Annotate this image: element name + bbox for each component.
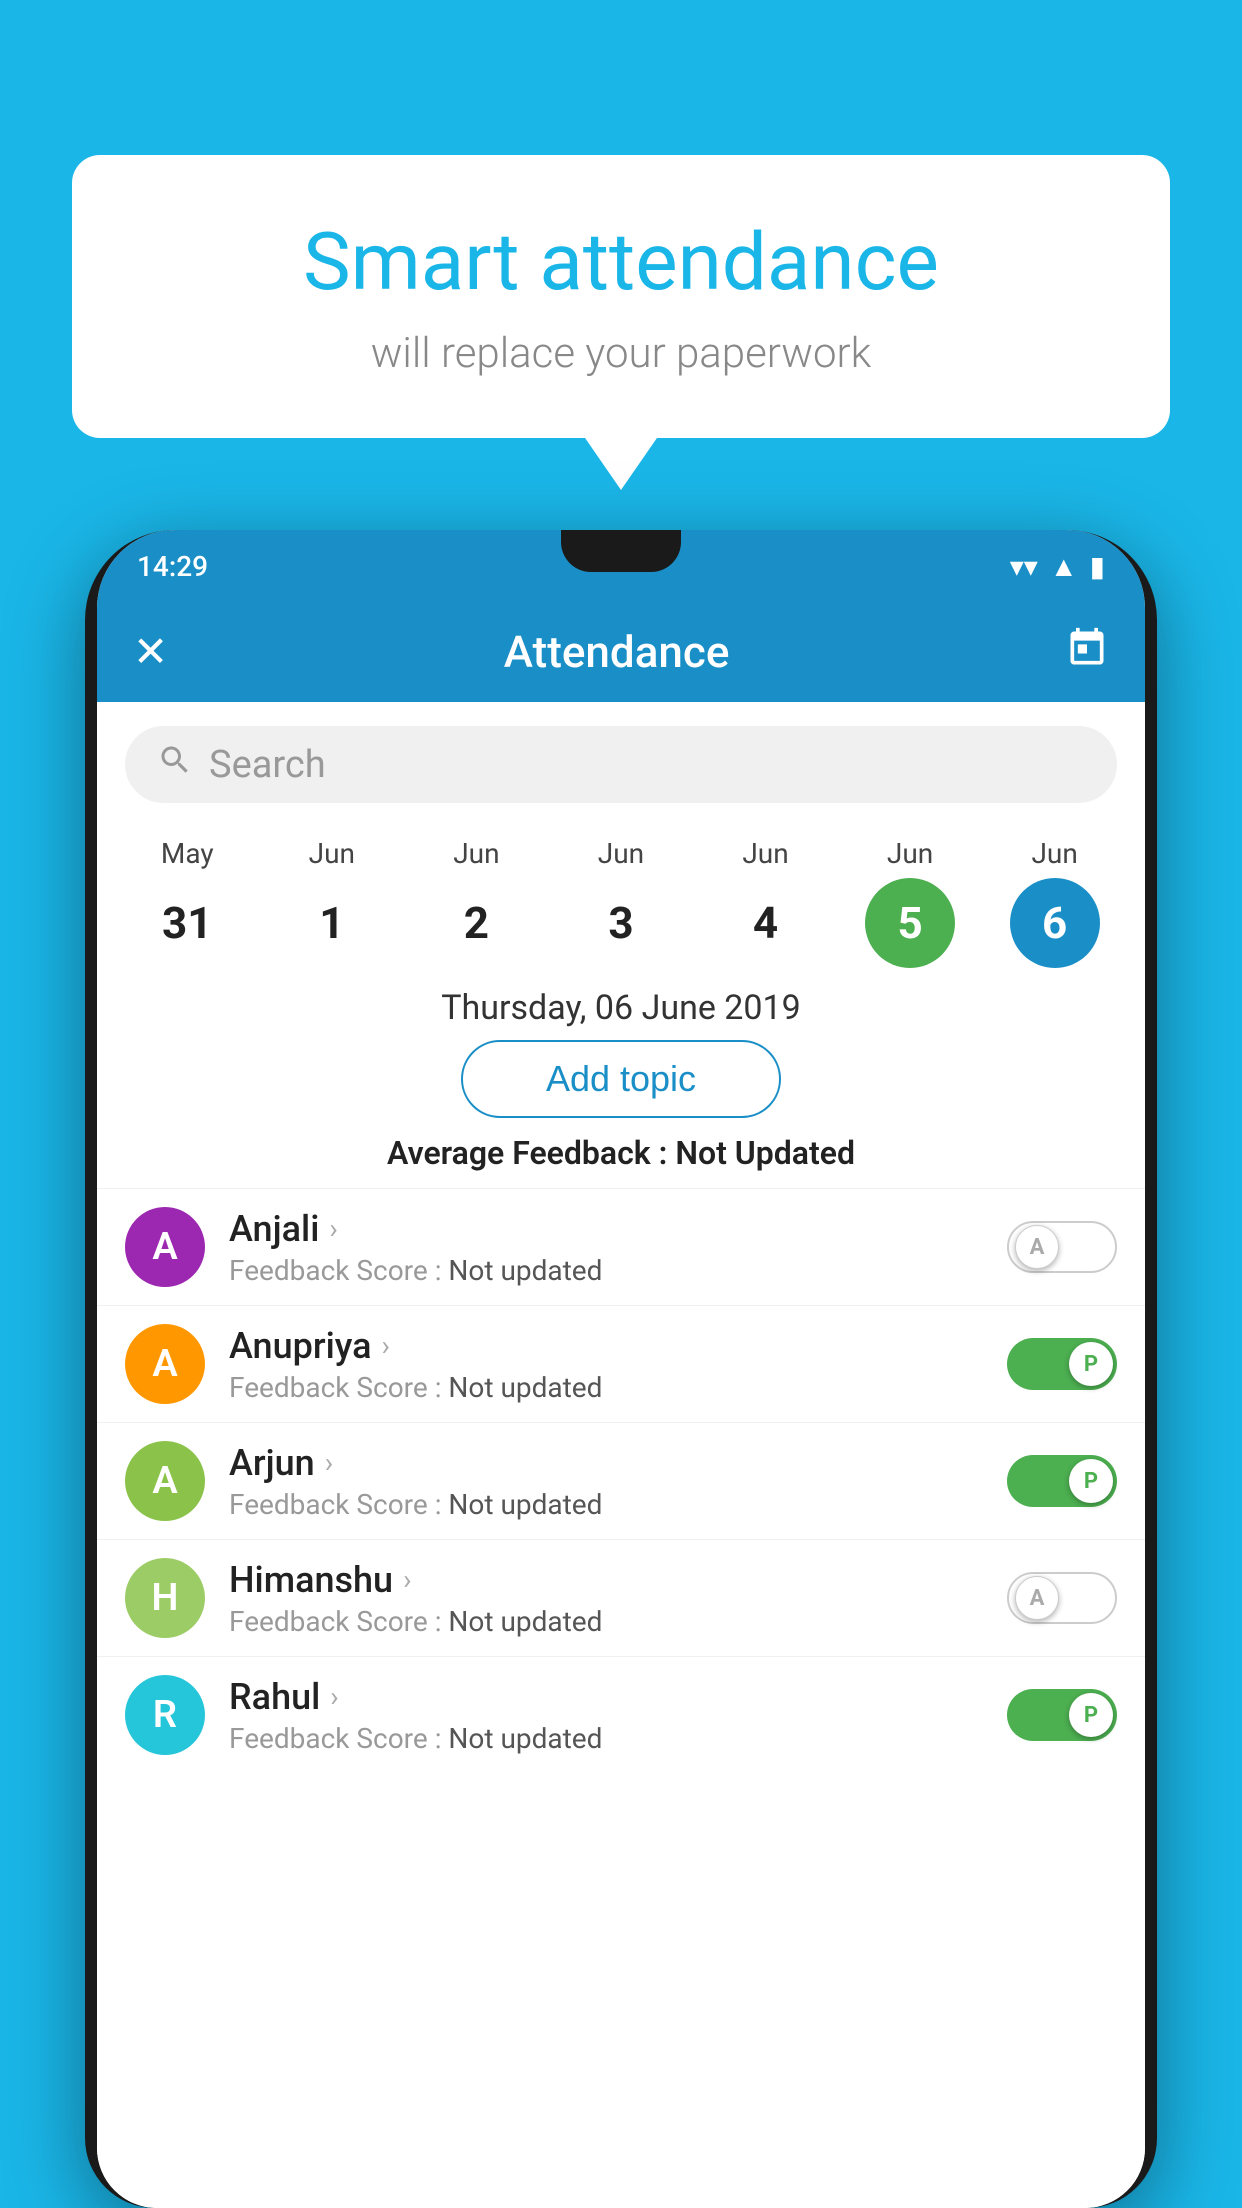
selected-date-label: Thursday, 06 June 2019 bbox=[97, 988, 1145, 1028]
toggle-container[interactable]: P bbox=[1007, 1338, 1117, 1390]
student-name-row: Anjali › bbox=[229, 1208, 991, 1250]
bubble-subtitle: will replace your paperwork bbox=[152, 329, 1090, 378]
toggle-container[interactable]: P bbox=[1007, 1455, 1117, 1507]
attendance-toggle[interactable]: P bbox=[1007, 1338, 1117, 1390]
date-number[interactable]: 3 bbox=[576, 878, 666, 968]
chevron-right-icon: › bbox=[330, 1680, 338, 1713]
chevron-right-icon: › bbox=[382, 1329, 390, 1362]
date-month: May bbox=[161, 837, 214, 870]
battery-icon: ▮ bbox=[1090, 550, 1105, 583]
student-item[interactable]: A Anupriya › Feedback Score : Not updated P bbox=[97, 1305, 1145, 1422]
search-bar[interactable]: Search bbox=[125, 726, 1117, 803]
avg-feedback-label: Average Feedback : bbox=[387, 1134, 675, 1172]
signal-icon: ▲ bbox=[1050, 550, 1078, 583]
avatar: A bbox=[125, 1324, 205, 1404]
student-info: Anupriya › Feedback Score : Not updated bbox=[229, 1325, 991, 1404]
attendance-toggle[interactable]: P bbox=[1007, 1689, 1117, 1741]
content-area: Search May 31 Jun 1 Jun 2 Jun 3 Jun 4 Jun 5 Jun 6 Thu… bbox=[97, 702, 1145, 2208]
attendance-toggle[interactable]: A bbox=[1007, 1572, 1117, 1624]
toggle-knob: A bbox=[1015, 1576, 1059, 1620]
avatar: A bbox=[125, 1441, 205, 1521]
avg-feedback-value: Not Updated bbox=[675, 1134, 855, 1172]
student-name: Arjun bbox=[229, 1442, 315, 1484]
student-name-row: Rahul › bbox=[229, 1676, 991, 1718]
date-row: May 31 Jun 1 Jun 2 Jun 3 Jun 4 Jun 5 Jun 6 bbox=[97, 827, 1145, 972]
status-bar: 14:29 ▾▾ ▲ ▮ bbox=[97, 530, 1145, 602]
toggle-knob: P bbox=[1069, 1693, 1113, 1737]
student-item[interactable]: R Rahul › Feedback Score : Not updated P bbox=[97, 1656, 1145, 1773]
avatar: H bbox=[125, 1558, 205, 1638]
date-month: Jun bbox=[453, 837, 499, 870]
toggle-knob: P bbox=[1069, 1459, 1113, 1503]
search-icon bbox=[157, 742, 193, 787]
date-col-4[interactable]: Jun 4 bbox=[706, 837, 826, 968]
date-col-1[interactable]: Jun 1 bbox=[272, 837, 392, 968]
date-number[interactable]: 5 bbox=[865, 878, 955, 968]
student-item[interactable]: H Himanshu › Feedback Score : Not updated A bbox=[97, 1539, 1145, 1656]
feedback-score: Feedback Score : Not updated bbox=[229, 1605, 991, 1638]
student-item[interactable]: A Arjun › Feedback Score : Not updated P bbox=[97, 1422, 1145, 1539]
date-col-3[interactable]: Jun 3 bbox=[561, 837, 681, 968]
student-name: Rahul bbox=[229, 1676, 320, 1718]
date-col-0[interactable]: May 31 bbox=[127, 837, 247, 968]
date-col-2[interactable]: Jun 2 bbox=[416, 837, 536, 968]
average-feedback: Average Feedback : Not Updated bbox=[97, 1134, 1145, 1172]
date-number[interactable]: 4 bbox=[721, 878, 811, 968]
student-info: Rahul › Feedback Score : Not updated bbox=[229, 1676, 991, 1755]
status-time: 14:29 bbox=[137, 550, 208, 583]
date-number[interactable]: 1 bbox=[287, 878, 377, 968]
student-info: Anjali › Feedback Score : Not updated bbox=[229, 1208, 991, 1287]
date-month: Jun bbox=[1031, 837, 1077, 870]
app-bar-title: Attendance bbox=[504, 626, 730, 678]
student-name: Anupriya bbox=[229, 1325, 372, 1367]
student-name: Himanshu bbox=[229, 1559, 393, 1601]
feedback-score: Feedback Score : Not updated bbox=[229, 1722, 991, 1755]
avatar: A bbox=[125, 1207, 205, 1287]
app-bar: ✕ Attendance bbox=[97, 602, 1145, 702]
toggle-knob: P bbox=[1069, 1342, 1113, 1386]
wifi-icon: ▾▾ bbox=[1010, 550, 1038, 583]
date-month: Jun bbox=[887, 837, 933, 870]
calendar-icon[interactable] bbox=[1065, 626, 1109, 679]
date-number[interactable]: 6 bbox=[1010, 878, 1100, 968]
avatar: R bbox=[125, 1675, 205, 1755]
date-number[interactable]: 2 bbox=[431, 878, 521, 968]
chevron-right-icon: › bbox=[325, 1446, 333, 1479]
status-icons: ▾▾ ▲ ▮ bbox=[1010, 550, 1105, 583]
search-placeholder: Search bbox=[209, 743, 326, 787]
student-name-row: Anupriya › bbox=[229, 1325, 991, 1367]
toggle-knob: A bbox=[1015, 1225, 1059, 1269]
speech-bubble: Smart attendance will replace your paper… bbox=[72, 155, 1170, 438]
date-col-5[interactable]: Jun 5 bbox=[850, 837, 970, 968]
add-topic-button[interactable]: Add topic bbox=[461, 1040, 781, 1118]
chevron-right-icon: › bbox=[403, 1563, 411, 1596]
date-number[interactable]: 31 bbox=[142, 878, 232, 968]
feedback-score: Feedback Score : Not updated bbox=[229, 1488, 991, 1521]
student-name: Anjali bbox=[229, 1208, 319, 1250]
student-list: AAnjali›Feedback Score : Not updatedAAAn… bbox=[97, 1188, 1145, 1773]
chevron-right-icon: › bbox=[329, 1212, 337, 1245]
speech-bubble-container: Smart attendance will replace your paper… bbox=[72, 155, 1170, 438]
attendance-toggle[interactable]: A bbox=[1007, 1221, 1117, 1273]
attendance-toggle[interactable]: P bbox=[1007, 1455, 1117, 1507]
feedback-score: Feedback Score : Not updated bbox=[229, 1371, 991, 1404]
notch bbox=[561, 530, 681, 572]
date-month: Jun bbox=[742, 837, 788, 870]
student-info: Himanshu › Feedback Score : Not updated bbox=[229, 1559, 991, 1638]
phone-frame: 14:29 ▾▾ ▲ ▮ ✕ Attendance bbox=[85, 530, 1157, 2208]
student-info: Arjun › Feedback Score : Not updated bbox=[229, 1442, 991, 1521]
bubble-title: Smart attendance bbox=[152, 215, 1090, 309]
toggle-container[interactable]: A bbox=[1007, 1221, 1117, 1273]
date-col-6[interactable]: Jun 6 bbox=[995, 837, 1115, 968]
date-month: Jun bbox=[309, 837, 355, 870]
student-name-row: Arjun › bbox=[229, 1442, 991, 1484]
toggle-container[interactable]: P bbox=[1007, 1689, 1117, 1741]
student-name-row: Himanshu › bbox=[229, 1559, 991, 1601]
close-button[interactable]: ✕ bbox=[133, 627, 168, 677]
toggle-container[interactable]: A bbox=[1007, 1572, 1117, 1624]
feedback-score: Feedback Score : Not updated bbox=[229, 1254, 991, 1287]
phone-inner: 14:29 ▾▾ ▲ ▮ ✕ Attendance bbox=[97, 530, 1145, 2208]
date-month: Jun bbox=[598, 837, 644, 870]
student-item[interactable]: A Anjali › Feedback Score : Not updated A bbox=[97, 1188, 1145, 1305]
